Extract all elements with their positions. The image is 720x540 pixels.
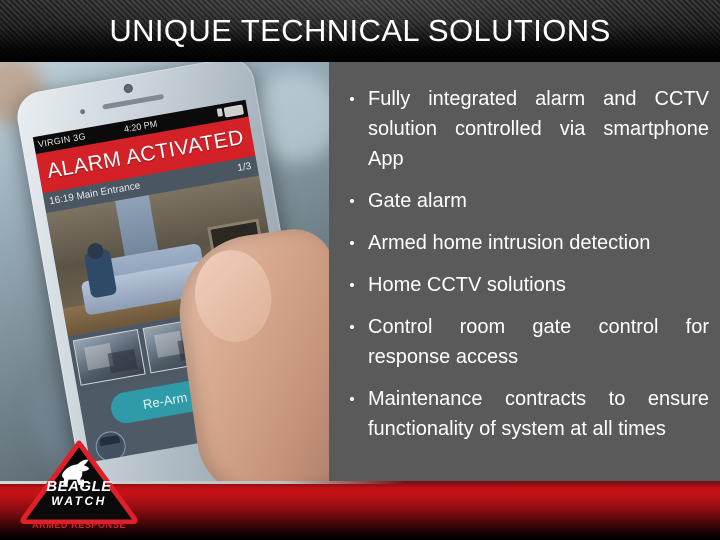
sensor-icon	[79, 108, 86, 115]
list-item: Home CCTV solutions	[340, 270, 709, 300]
slide-header-band: UNIQUE TECHNICAL SOLUTIONS	[0, 0, 720, 62]
cctv-thumbnail[interactable]	[72, 328, 146, 386]
logo-brand-line1: BEAGLE	[46, 478, 112, 495]
bullet-dot-icon	[350, 397, 354, 401]
page-title: UNIQUE TECHNICAL SOLUTIONS	[109, 13, 611, 48]
list-item-label: Home CCTV solutions	[368, 274, 566, 296]
front-camera-icon	[123, 83, 134, 94]
list-item: Maintenance contracts to ensure function…	[340, 384, 709, 444]
event-counter-label: 1/3	[236, 160, 253, 175]
bullet-list: Fully integrated alarm and CCTV solution…	[340, 84, 709, 444]
bullet-dot-icon	[350, 325, 354, 329]
logo-brand-line2: WATCH	[51, 494, 107, 508]
content-panel: Fully integrated alarm and CCTV solution…	[329, 62, 720, 481]
list-item-label: Gate alarm	[368, 190, 467, 212]
bullet-dot-icon	[350, 283, 354, 287]
list-item-label: Maintenance contracts to ensure function…	[368, 388, 709, 440]
slide-canvas: UNIQUE TECHNICAL SOLUTIONS VIRGIN 3G 4:2…	[0, 0, 720, 540]
earpiece-speaker	[102, 93, 165, 110]
bullet-dot-icon	[350, 199, 354, 203]
list-item: Armed home intrusion detection	[340, 228, 709, 258]
list-item: Gate alarm	[340, 186, 709, 216]
smartphone-photo: VIRGIN 3G 4:20 PM ALARM ACTIVATED 16:19 …	[0, 62, 329, 481]
beagle-watch-logo: BEAGLE WATCH ARMED RESPONSE	[20, 440, 138, 538]
list-item: Fully integrated alarm and CCTV solution…	[340, 84, 709, 174]
logo-tagline: ARMED RESPONSE	[32, 520, 126, 530]
list-item: Control room gate control for response a…	[340, 312, 709, 372]
list-item-label: Fully integrated alarm and CCTV solution…	[368, 88, 709, 170]
bullet-dot-icon	[350, 241, 354, 245]
list-item-label: Control room gate control for response a…	[368, 316, 709, 368]
bullet-dot-icon	[350, 97, 354, 101]
list-item-label: Armed home intrusion detection	[368, 232, 651, 254]
